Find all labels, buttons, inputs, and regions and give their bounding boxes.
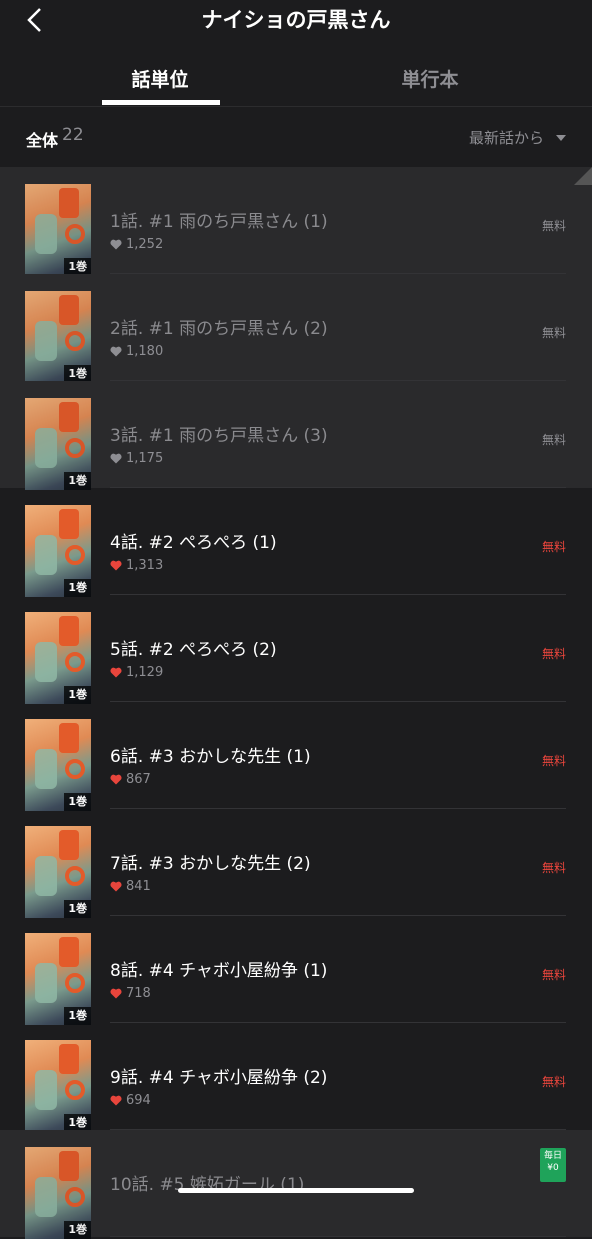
active-tab-indicator — [102, 100, 220, 105]
episode-likes: 1,129 — [110, 665, 163, 680]
episode-row[interactable]: 1巻 3話. #1 雨のち戸黒さん (3) 1,175 無料 — [0, 381, 592, 490]
filter-bar: 全体 22 最新話から — [0, 107, 592, 167]
price-label: 無料 — [541, 754, 566, 768]
episode-row[interactable]: 1巻 5話. #2 ぺろぺろ (2) 1,129 無料 — [0, 595, 592, 704]
likes-count: 718 — [126, 986, 151, 1001]
episode-likes: 1,313 — [110, 558, 163, 573]
episode-title: 4話. #2 ぺろぺろ (1) — [110, 533, 277, 553]
price-label: 無料 — [541, 968, 566, 982]
sort-label: 最新話から — [468, 129, 544, 147]
volume-badge: 1巻 — [64, 1221, 91, 1239]
tab-volume-unit[interactable]: 単行本 — [340, 54, 520, 106]
episode-title: 6話. #3 おかしな先生 (1) — [110, 747, 311, 767]
episode-thumbnail: 1巻 — [25, 184, 91, 276]
likes-count: 1,252 — [126, 237, 164, 252]
episode-row[interactable]: 1巻 4話. #2 ぺろぺろ (1) 1,313 無料 — [0, 488, 592, 597]
heart-icon — [110, 453, 122, 464]
heart-icon — [110, 988, 122, 999]
episode-thumbnail: 1巻 — [25, 719, 91, 811]
episode-title: 2話. #1 雨のち戸黒さん (2) — [110, 319, 328, 339]
episode-thumbnail: 1巻 — [25, 933, 91, 1025]
episode-row[interactable]: 1巻 2話. #1 雨のち戸黒さん (2) 1,180 無料 — [0, 274, 592, 383]
price-label: 無料 — [541, 647, 566, 661]
episode-thumbnail: 1巻 — [25, 505, 91, 597]
tab-episode-unit[interactable]: 話単位 — [70, 54, 250, 106]
caret-down-icon — [556, 134, 566, 141]
sort-dropdown[interactable]: 最新話から — [469, 127, 566, 148]
total-count: 22 — [62, 125, 84, 145]
tab-bar: 話単位 単行本 — [0, 54, 592, 106]
episode-row[interactable]: 1巻 8話. #4 チャボ小屋紛争 (1) 718 無料 — [0, 916, 592, 1025]
episode-row[interactable]: 1巻 9話. #4 チャボ小屋紛争 (2) 694 無料 — [0, 1023, 592, 1132]
likes-count: 1,175 — [126, 451, 164, 466]
daily-free-badge: 毎日 ¥0 — [540, 1148, 566, 1182]
likes-count: 694 — [126, 1093, 151, 1108]
episode-thumbnail: 1巻 — [25, 291, 91, 383]
episode-row[interactable]: 1巻 7話. #3 おかしな先生 (2) 841 無料 — [0, 809, 592, 918]
heart-icon — [110, 667, 122, 678]
heart-icon — [110, 346, 122, 357]
episode-thumbnail: 1巻 — [25, 826, 91, 918]
price-label: 無料 — [541, 1075, 566, 1089]
total-label: 全体 — [26, 131, 59, 150]
episode-title: 1話. #1 雨のち戸黒さん (1) — [110, 212, 328, 232]
heart-icon — [110, 239, 122, 250]
likes-count: 867 — [126, 772, 151, 787]
likes-count: 1,129 — [126, 665, 164, 680]
heart-icon — [110, 560, 122, 571]
likes-count: 1,180 — [126, 344, 164, 359]
episode-thumbnail: 1巻 — [25, 1147, 91, 1239]
episode-likes: 867 — [110, 772, 151, 787]
episode-likes: 694 — [110, 1093, 151, 1108]
likes-count: 1,313 — [126, 558, 164, 573]
corner-fold-icon — [574, 167, 592, 185]
heart-icon — [110, 774, 122, 785]
episode-title: 9話. #4 チャボ小屋紛争 (2) — [110, 1068, 328, 1088]
episode-row[interactable]: 1巻 6話. #3 おかしな先生 (1) 867 無料 — [0, 702, 592, 811]
episode-likes: 1,180 — [110, 344, 163, 359]
price-label: 無料 — [541, 326, 566, 340]
episode-thumbnail: 1巻 — [25, 1040, 91, 1132]
episode-title: 5話. #2 ぺろぺろ (2) — [110, 640, 277, 660]
episode-thumbnail: 1巻 — [25, 612, 91, 704]
episode-thumbnail: 1巻 — [25, 398, 91, 490]
likes-count: 841 — [126, 879, 151, 894]
episode-likes: 718 — [110, 986, 151, 1001]
episode-likes: 1,252 — [110, 237, 163, 252]
episode-title: 7話. #3 おかしな先生 (2) — [110, 854, 311, 874]
heart-icon — [110, 881, 122, 892]
page-title: ナイショの戸黒さん — [201, 8, 391, 32]
home-indicator — [178, 1188, 414, 1193]
row-divider — [110, 1236, 566, 1237]
price-label: 無料 — [541, 861, 566, 875]
episode-likes: 841 — [110, 879, 151, 894]
header: ナイショの戸黒さん — [0, 0, 592, 44]
price-label: 無料 — [541, 433, 566, 447]
episode-likes: 1,175 — [110, 451, 163, 466]
price-label: 無料 — [541, 219, 566, 233]
episode-row[interactable]: 1巻 1話. #1 雨のち戸黒さん (1) 1,252 無料 — [0, 167, 592, 276]
episode-title: 8話. #4 チャボ小屋紛争 (1) — [110, 961, 328, 981]
episode-row[interactable]: 1巻 10話. #5 嫉妬ガール (1) 毎日 ¥0 — [0, 1130, 592, 1239]
price-label: 無料 — [541, 540, 566, 554]
heart-icon — [110, 1095, 122, 1106]
episode-title: 3話. #1 雨のち戸黒さん (3) — [110, 426, 328, 446]
